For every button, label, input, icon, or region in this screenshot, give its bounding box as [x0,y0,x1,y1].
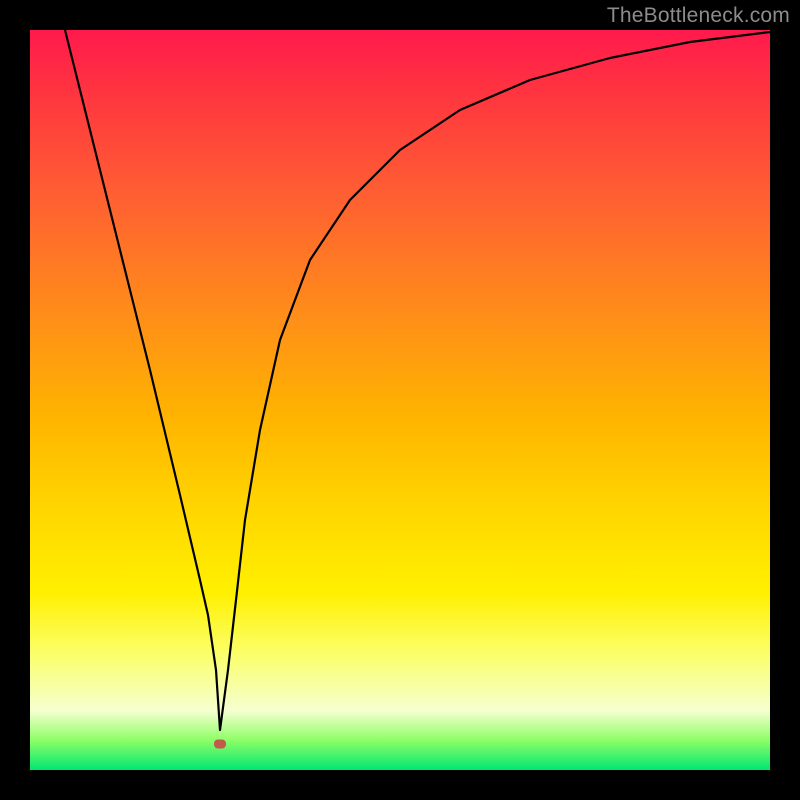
plot-area [30,30,770,770]
curve-svg [30,30,770,770]
watermark-text: TheBottleneck.com [607,4,790,28]
chart-frame: TheBottleneck.com [0,0,800,800]
bottleneck-curve [65,30,770,730]
optimal-point-marker [214,740,226,749]
